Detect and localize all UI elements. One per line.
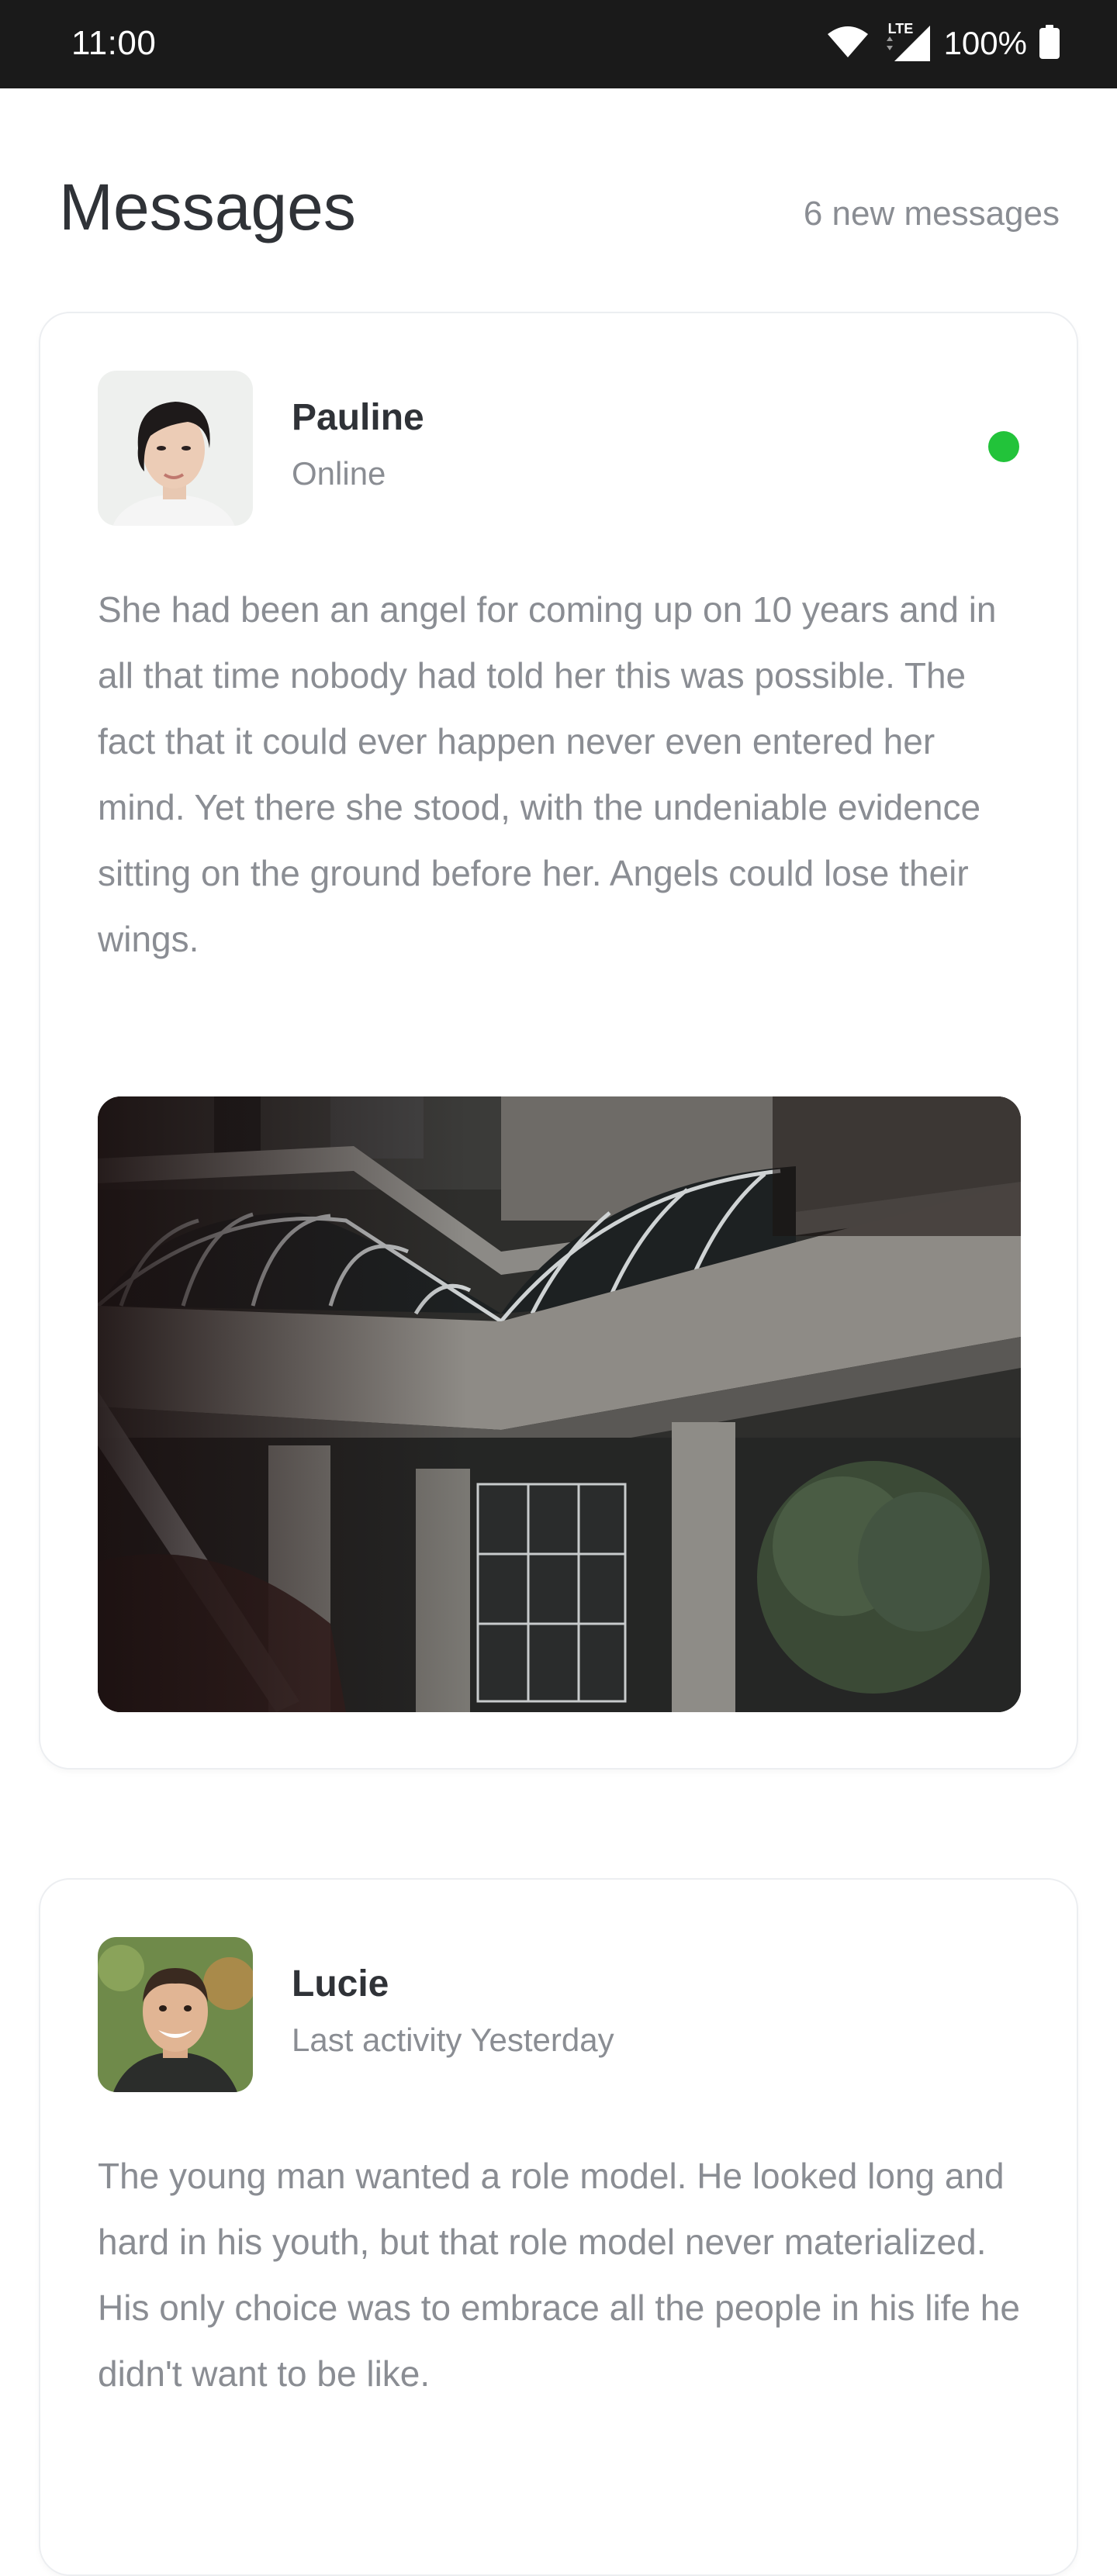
lte-label: LTE xyxy=(887,21,914,36)
message-card[interactable]: Lucie Last activity Yesterday The young … xyxy=(39,1878,1078,2576)
sender-name: Lucie xyxy=(292,1963,389,2005)
new-messages-count: 6 new messages xyxy=(803,195,1060,233)
message-text: The young man wanted a role model. He lo… xyxy=(98,2156,1020,2394)
sender-name: Pauline xyxy=(292,397,424,438)
status-time: 11:00 xyxy=(71,24,157,62)
avatar[interactable] xyxy=(98,1937,253,2092)
wifi-icon xyxy=(826,25,870,63)
message-text: She had been an angel for coming up on 1… xyxy=(98,589,997,959)
message-photo[interactable] xyxy=(98,1096,1021,1712)
sender-status: Last activity Yesterday xyxy=(292,2022,614,2058)
lte-signal-icon: LTE xyxy=(882,21,932,63)
page-title: Messages xyxy=(59,171,356,243)
status-bar: 11:00 LTE 100% xyxy=(0,0,1117,88)
sender-status: Online xyxy=(292,455,386,492)
online-indicator xyxy=(988,431,1019,462)
message-card[interactable]: Pauline Online She had been an angel for… xyxy=(39,312,1078,1770)
avatar[interactable] xyxy=(98,371,253,526)
status-icons: LTE 100% xyxy=(826,20,1060,67)
battery-percentage: 100% xyxy=(943,25,1027,61)
battery-icon xyxy=(1039,24,1060,63)
